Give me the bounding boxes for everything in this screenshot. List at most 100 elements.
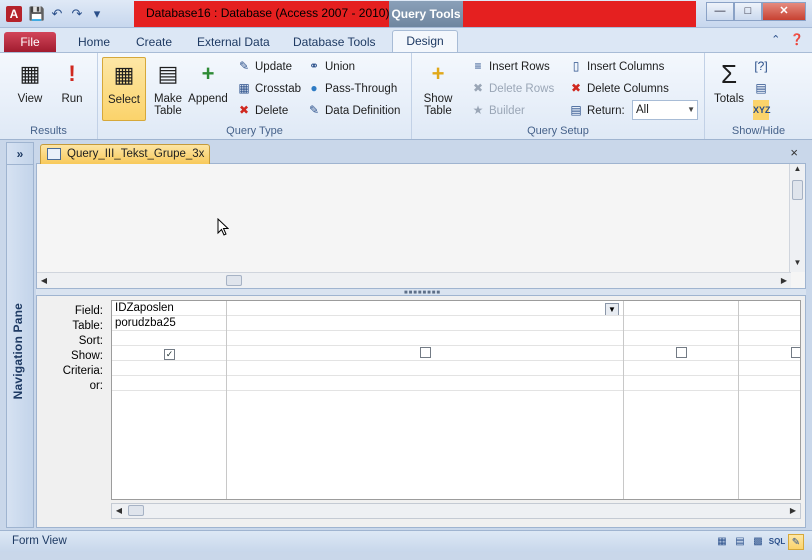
tab-design[interactable]: Design <box>392 30 458 53</box>
pass-through-button[interactable]: ● Pass-Through <box>306 78 397 98</box>
minimize-icon[interactable]: — <box>706 2 734 21</box>
close-document-icon[interactable]: × <box>790 145 798 160</box>
scroll-right-icon[interactable]: ▶ <box>786 504 800 518</box>
criteria-cell[interactable] <box>227 361 623 376</box>
run-button[interactable]: ! Run <box>50 57 94 121</box>
insert-columns-button[interactable]: ▯ Insert Columns <box>568 56 665 76</box>
sort-cell[interactable] <box>739 331 800 346</box>
design-grid-horizontal-scrollbar[interactable]: ◀ ▶ <box>111 503 801 519</box>
view-button[interactable]: ▦ View <box>8 57 52 121</box>
close-icon[interactable]: ✕ <box>762 2 806 21</box>
show-checkbox[interactable] <box>420 347 431 358</box>
return-select[interactable]: All ▼ <box>632 100 698 120</box>
window-buttons: — □ ✕ <box>706 2 806 21</box>
make-table-button[interactable]: ▤ Make Table <box>146 57 190 121</box>
builder-label: Builder <box>489 105 525 117</box>
crosstab-icon: ▦ <box>238 81 250 95</box>
table-pane-horizontal-scrollbar[interactable]: ◀ ▶ <box>37 272 791 288</box>
or-cell[interactable] <box>112 376 226 391</box>
delete-columns-icon: ✖ <box>570 81 582 95</box>
expand-nav-pane-button[interactable]: » <box>7 143 33 165</box>
or-cell[interactable] <box>227 376 623 391</box>
scroll-left-icon[interactable]: ◀ <box>112 504 126 518</box>
redo-icon[interactable]: ↷ <box>68 5 86 23</box>
customize-qat-icon[interactable]: ▾ <box>88 5 106 23</box>
document-tab[interactable]: Query_III_Tekst_Grupe_3x <box>40 144 210 164</box>
update-label: Update <box>255 61 293 73</box>
table-names-icon: XYZ <box>753 100 771 120</box>
totals-button[interactable]: Σ Totals <box>707 57 751 121</box>
table-pane[interactable]: ▲ ▼ ◀ ▶ <box>36 164 806 288</box>
table-cell[interactable]: porudzba25 <box>112 316 226 331</box>
criteria-cell[interactable] <box>112 361 226 376</box>
scroll-thumb[interactable] <box>226 275 242 286</box>
table-pane-vertical-scrollbar[interactable]: ▲ ▼ <box>789 164 805 272</box>
select-query-button[interactable]: ▦ Select <box>102 57 146 121</box>
document-tab-strip: Query_III_Tekst_Grupe_3x × <box>36 142 806 164</box>
group-results: ▦ View ! Run Results <box>0 53 98 139</box>
table-cell[interactable] <box>227 316 623 331</box>
criteria-cell[interactable] <box>739 361 800 376</box>
field-cell[interactable] <box>624 301 738 316</box>
criteria-cell[interactable] <box>624 361 738 376</box>
parameters-button[interactable]: [?] <box>753 56 772 76</box>
title-bar: A 💾 ↶ ↷ ▾ Database16 : Database (Access … <box>0 0 812 28</box>
show-table-button[interactable]: + Show Table <box>416 57 460 121</box>
field-cell[interactable]: ▼ <box>227 301 623 316</box>
crosstab-button[interactable]: ▦ Crosstab <box>236 78 301 98</box>
tab-external-data[interactable]: External Data <box>197 32 270 52</box>
delete-rows-icon: ✖ <box>472 81 484 95</box>
field-cell[interactable] <box>739 301 800 316</box>
design-view-icon[interactable]: ✎ <box>788 534 804 550</box>
tab-create[interactable]: Create <box>136 32 172 52</box>
property-sheet-button[interactable]: ▤ <box>753 78 772 98</box>
pivottable-view-icon[interactable]: ▤ <box>732 534 748 550</box>
navigation-pane[interactable]: » Navigation Pane <box>6 142 34 528</box>
tab-home[interactable]: Home <box>78 32 110 52</box>
save-icon[interactable]: 💾 <box>28 5 46 23</box>
minimize-ribbon-icon[interactable]: ⌃ <box>771 33 780 46</box>
show-checkbox[interactable] <box>676 347 687 358</box>
scroll-thumb[interactable] <box>128 505 144 516</box>
group-label-query-type: Query Type <box>226 125 283 137</box>
crosstab-label: Crosstab <box>255 83 302 95</box>
scroll-up-icon[interactable]: ▲ <box>790 164 805 178</box>
pivotchart-view-icon[interactable]: ▩ <box>750 534 766 550</box>
sql-view-icon[interactable]: SQL <box>768 534 786 550</box>
union-button[interactable]: ⚭ Union <box>306 56 355 76</box>
table-cell[interactable] <box>739 316 800 331</box>
maximize-icon[interactable]: □ <box>734 2 762 21</box>
tab-file[interactable]: File <box>4 32 56 52</box>
datasheet-view-icon[interactable]: ▦ <box>714 534 730 550</box>
scroll-down-icon[interactable]: ▼ <box>790 258 805 272</box>
update-button[interactable]: ✎ Update <box>236 56 292 76</box>
scroll-right-icon[interactable]: ▶ <box>777 273 791 288</box>
table-cell[interactable] <box>624 316 738 331</box>
delete-button[interactable]: ✖ Delete <box>236 100 288 120</box>
or-cell[interactable] <box>739 376 800 391</box>
scroll-left-icon[interactable]: ◀ <box>37 273 51 288</box>
show-checkbox[interactable]: ✓ <box>164 349 175 360</box>
undo-icon[interactable]: ↶ <box>48 5 66 23</box>
sort-cell[interactable] <box>227 331 623 346</box>
table-names-button[interactable]: XYZ <box>753 100 772 120</box>
delete-columns-button[interactable]: ✖ Delete Columns <box>568 78 669 98</box>
show-checkbox[interactable] <box>791 347 800 358</box>
sort-cell[interactable] <box>112 331 226 346</box>
return-label-item: ▤ Return: <box>568 100 624 120</box>
builder-button[interactable]: ★ Builder <box>470 100 525 120</box>
row-label-field: Field: <box>74 305 103 317</box>
append-button[interactable]: + Append <box>186 57 230 121</box>
sort-cell[interactable] <box>624 331 738 346</box>
tab-database-tools[interactable]: Database Tools <box>293 32 376 52</box>
or-cell[interactable] <box>624 376 738 391</box>
pane-splitter[interactable]: ■■■■■■■■ <box>36 288 806 296</box>
access-app-icon[interactable]: A <box>6 6 22 22</box>
chevron-down-icon[interactable]: ▼ <box>605 303 619 315</box>
help-icon[interactable]: ❓ <box>790 33 804 46</box>
delete-rows-button[interactable]: ✖ Delete Rows <box>470 78 554 98</box>
insert-rows-button[interactable]: ≡ Insert Rows <box>470 56 549 76</box>
data-definition-button[interactable]: ✎ Data Definition <box>306 100 400 120</box>
scroll-thumb[interactable] <box>792 180 803 200</box>
field-cell[interactable]: IDZaposlen <box>112 301 226 316</box>
